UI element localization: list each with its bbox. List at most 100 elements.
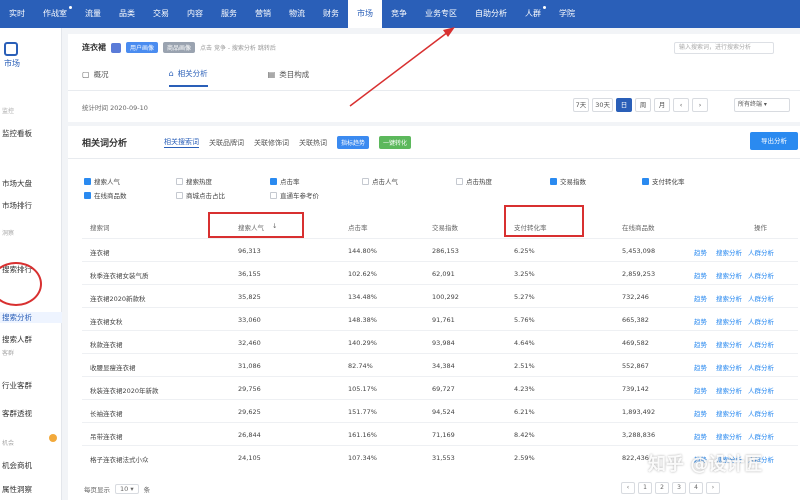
row-action-link[interactable]: 趋势 [694,316,707,326]
row-action-link[interactable]: 趋势 [694,270,707,280]
page-button[interactable]: 2 [655,482,669,494]
row-action-link[interactable]: 人群分析 [748,431,774,441]
column-header[interactable]: 在线商品数 [622,222,655,232]
page-button[interactable]: › [706,482,720,494]
sidebar-brand[interactable]: 市场 [0,28,61,84]
prev-date-button[interactable]: ‹ [673,98,689,112]
row-action-link[interactable]: 人群分析 [748,270,774,280]
row-action-link[interactable]: 趋势 [694,408,707,418]
search-input[interactable]: 输入搜索词，进行搜索分析 [674,42,774,54]
row-action-link[interactable]: 人群分析 [748,293,774,303]
export-button[interactable]: 导出分析 [750,132,798,150]
table-cell: 102.62% [348,270,377,278]
metric-checkbox[interactable]: 搜索热度 [176,176,212,186]
metric-checkbox[interactable]: 点击率 [270,176,300,186]
row-action-link[interactable]: 人群分析 [748,385,774,395]
row-action-link[interactable]: 趋势 [694,431,707,441]
sidebar-item[interactable]: 机会商机 [0,460,62,471]
page-button[interactable]: 1 [638,482,652,494]
row-action-link[interactable]: 人群分析 [748,339,774,349]
nav-item[interactable]: 作战室 [34,0,76,28]
metric-checkbox[interactable]: 支付转化率 [642,176,685,186]
convert-button[interactable]: 一键转化 [379,136,412,149]
sidebar-item[interactable]: 行业客群 [0,380,62,391]
nav-item[interactable]: 品类 [110,0,144,28]
nav-item[interactable]: 竞争 [382,0,416,28]
row-action-link[interactable]: 趋势 [694,362,707,372]
user-profile-tag[interactable]: 用户画像 [126,42,159,53]
nav-item[interactable]: 服务 [212,0,246,28]
row-action-link[interactable]: 趋势 [694,247,707,257]
period-button[interactable]: 日 [616,98,632,112]
row-action-link[interactable]: 人群分析 [748,316,774,326]
tab-1[interactable]: ⌂ 相关分析 [168,68,208,87]
row-action-link[interactable]: 搜索分析 [716,362,742,372]
trend-button[interactable]: 指标趋势 [337,136,370,149]
subtab[interactable]: 关联品牌词 [209,138,244,148]
period-button[interactable]: 30天 [592,98,613,112]
metric-checkbox[interactable]: 搜索人气 [84,176,120,186]
nav-item[interactable]: 交易 [144,0,178,28]
item-profile-tag[interactable]: 商品画像 [163,42,196,53]
nav-item[interactable]: 物流 [280,0,314,28]
row-action-link[interactable]: 搜索分析 [716,385,742,395]
tab-2[interactable]: ▤ 类目构成 [268,68,310,87]
metric-checkbox[interactable]: 点击人气 [362,176,398,186]
row-action-link[interactable]: 人群分析 [748,408,774,418]
nav-item[interactable]: 人群 [516,0,550,28]
channel-select[interactable]: 所有终端 ▾ [734,98,790,112]
row-action-link[interactable]: 搜索分析 [716,339,742,349]
row-action-link[interactable]: 搜索分析 [716,431,742,441]
metric-checkbox[interactable]: 商城点击占比 [176,190,225,200]
row-action-link[interactable]: 趋势 [694,293,707,303]
row-action-link[interactable]: 搜索分析 [716,293,742,303]
tab-0[interactable]: ▢ 概况 [82,68,109,87]
nav-item[interactable]: 自助分析 [466,0,516,28]
metric-checkbox[interactable]: 点击热度 [456,176,492,186]
subtab[interactable]: 关联热词 [299,138,327,148]
table-cell: 4.23% [514,385,535,393]
sidebar-item[interactable]: 搜索分析 [0,312,62,323]
nav-item[interactable]: 财务 [314,0,348,28]
sidebar-item[interactable]: 客群透视 [0,408,62,419]
subtab[interactable]: 关联修饰词 [254,138,289,148]
row-action-link[interactable]: 搜索分析 [716,270,742,280]
page-size-select[interactable]: 10 ▾ [115,484,139,494]
nav-item[interactable]: 市场 [348,0,382,28]
watermark: 知乎 @设计匠 [648,454,763,475]
table-cell: 连衣裙女秋 [90,318,123,326]
column-header[interactable]: 点击率 [348,222,368,232]
metric-checkbox[interactable]: 直通车参考价 [270,190,319,200]
period-button[interactable]: 7天 [572,98,590,112]
page-button[interactable]: 3 [672,482,686,494]
page-button[interactable]: ‹ [621,482,635,494]
next-date-button[interactable]: › [692,98,708,112]
row-action-link[interactable]: 趋势 [694,385,707,395]
row-action-link[interactable]: 人群分析 [748,247,774,257]
sidebar-item[interactable]: 市场大盘 [0,178,62,189]
sidebar-item[interactable]: 监控看板 [0,128,62,139]
page-button[interactable]: 4 [689,482,703,494]
nav-item[interactable]: 营销 [246,0,280,28]
nav-item[interactable]: 实时 [0,0,34,28]
sidebar-item[interactable]: 属性洞察 [0,484,62,495]
sidebar-item[interactable]: 搜索人群 [0,334,62,345]
nav-item[interactable]: 流量 [76,0,110,28]
row-action-link[interactable]: 搜索分析 [716,316,742,326]
period-button[interactable]: 月 [654,98,670,112]
nav-item[interactable]: 业务专区 [416,0,466,28]
sidebar-item[interactable]: 市场排行 [0,200,62,211]
metric-checkbox[interactable]: 在线商品数 [84,190,127,200]
metric-checkbox[interactable]: 交易指数 [550,176,586,186]
nav-item[interactable]: 学院 [550,0,584,28]
store-logo-icon [111,42,121,53]
row-action-link[interactable]: 搜索分析 [716,247,742,257]
nav-item[interactable]: 内容 [178,0,212,28]
tab-label: 相关分析 [177,69,208,78]
subtab[interactable]: 相关搜索词 [164,137,199,148]
column-header[interactable]: 交易指数 [432,222,458,232]
row-action-link[interactable]: 搜索分析 [716,408,742,418]
period-button[interactable]: 周 [635,98,651,112]
row-action-link[interactable]: 人群分析 [748,362,774,372]
row-action-link[interactable]: 趋势 [694,339,707,349]
